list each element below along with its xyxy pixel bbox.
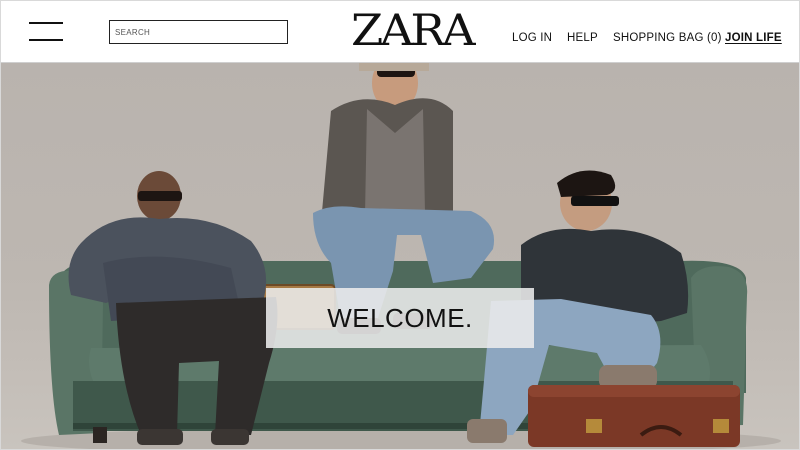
login-link[interactable]: LOG IN	[512, 32, 552, 44]
zara-logo[interactable]: ZARA	[351, 9, 476, 54]
page-frame: ZARA LOG IN HELP SHOPPING BAG (0) JOIN L…	[0, 0, 800, 450]
join-life-link[interactable]: JOIN LIFE	[725, 32, 782, 44]
welcome-text: WELCOME.	[327, 302, 473, 333]
welcome-banner: WELCOME.	[266, 288, 534, 348]
hamburger-menu-icon[interactable]	[29, 21, 63, 43]
menu-line	[29, 22, 63, 24]
search-input[interactable]	[109, 20, 288, 44]
hero-banner[interactable]: WELCOME.	[1, 63, 799, 449]
site-header: ZARA LOG IN HELP SHOPPING BAG (0) JOIN L…	[1, 1, 799, 63]
menu-line	[29, 39, 63, 41]
help-link[interactable]: HELP	[567, 32, 598, 44]
logo-text: ZARA	[351, 6, 476, 56]
hero-photo	[21, 63, 781, 449]
shopping-bag-link[interactable]: SHOPPING BAG (0)	[613, 32, 722, 44]
